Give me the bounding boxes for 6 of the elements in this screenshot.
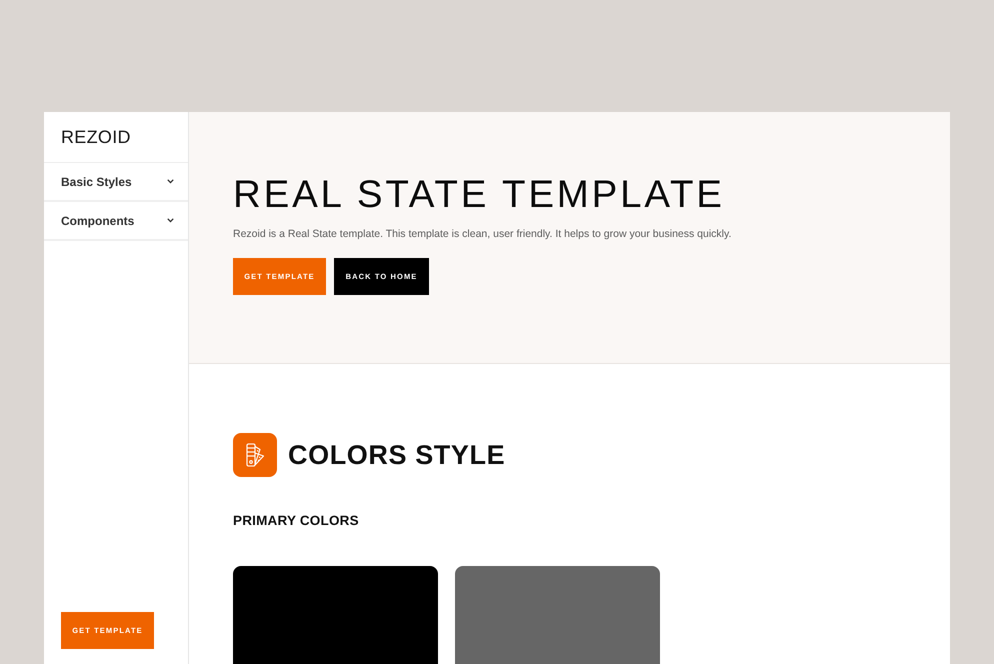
hero-title: REAL STATE TEMPLATE [233, 176, 726, 214]
hero-description: Rezoid is a Real State template. This template is clean, user friendly. It helps to grow your business quickly. [233, 228, 732, 240]
section-subtitle: PRIMARY COLORS [233, 514, 360, 528]
section-title: COLORS STYLE [288, 442, 506, 468]
logo[interactable]: REZOID [61, 128, 131, 146]
swatch-fan-icon [233, 433, 277, 477]
